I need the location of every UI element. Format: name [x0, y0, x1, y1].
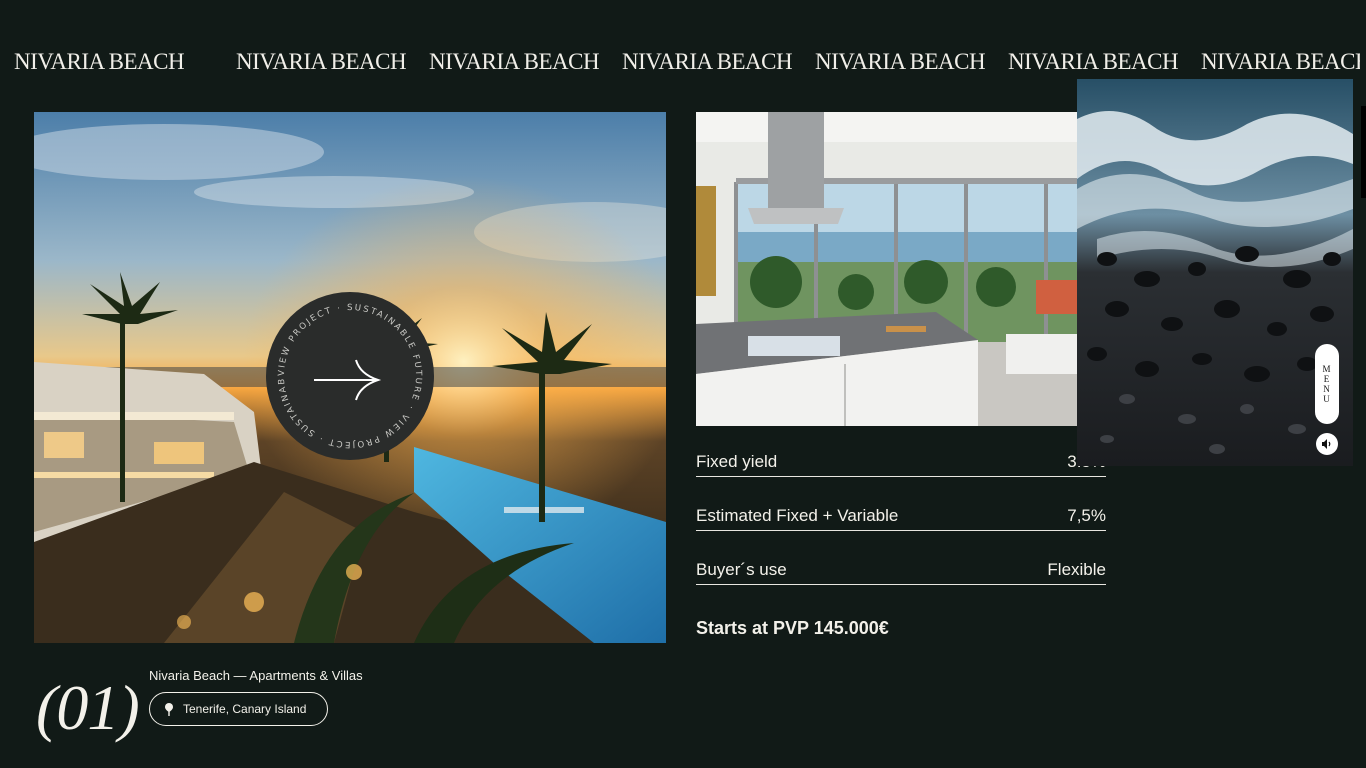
page-scrollbar-thumb[interactable] — [1361, 106, 1366, 198]
spec-label: Estimated Fixed + Variable — [696, 505, 899, 525]
starting-price: Starts at PVP 145.000€ — [696, 618, 889, 638]
marquee-brand-text: NIVARIA BEACH — [1008, 49, 1179, 74]
sound-toggle-button[interactable] — [1316, 433, 1338, 455]
location-tag[interactable]: Tenerife, Canary Island — [149, 692, 328, 726]
location-pin-icon — [165, 702, 173, 716]
view-project-badge-ring: VIEW PROJECT · SUSTAINABLE FUTURE · VIEW… — [266, 292, 423, 449]
interior-kitchen-image[interactable] — [696, 112, 1078, 426]
ocean-rocks-illustration — [1077, 79, 1353, 466]
project-title: Nivaria Beach — Apartments & Villas — [149, 668, 363, 683]
svg-text:VIEW PROJECT · SUSTAINABLE FUT: VIEW PROJECT · SUSTAINABLE FUTURE · VIEW… — [266, 292, 423, 449]
menu-button[interactable]: M E N U — [1315, 344, 1339, 424]
menu-letter: N — [1323, 384, 1331, 394]
marquee-brand-text: NIVARIA BEACH — [14, 49, 185, 74]
spec-row-buyer-use: Buyer´s use Flexible — [696, 555, 1106, 585]
spec-label: Buyer´s use — [696, 559, 787, 579]
project-index: (01) — [36, 672, 140, 743]
menu-letter: E — [1323, 374, 1331, 384]
spec-row-fixed-yield: Fixed yield 3.5% — [696, 447, 1106, 477]
menu-letter: M — [1322, 364, 1332, 374]
ocean-rocks-image — [1077, 79, 1353, 466]
spec-value: Flexible — [1047, 559, 1106, 579]
marquee-brand-text: NIVARIA BEACH — [622, 49, 793, 74]
marquee-brand-text: NIVARIA BEACH — [1201, 49, 1366, 74]
badge-ring-text: VIEW PROJECT · SUSTAINABLE FUTURE · VIEW… — [266, 292, 421, 449]
location-label: Tenerife, Canary Island — [183, 702, 307, 716]
marquee-brand-text: NIVARIA BEACH — [429, 49, 600, 74]
view-project-button[interactable]: VIEW PROJECT · SUSTAINABLE FUTURE · VIEW… — [266, 292, 434, 460]
spec-label: Fixed yield — [696, 451, 778, 471]
marquee-brand-text: NIVARIA BEACH — [815, 49, 986, 74]
brand-marquee: NIVARIA BEACH NIVARIA BEACH NIVARIA BEAC… — [0, 44, 1366, 84]
spec-row-estimated-yield: Estimated Fixed + Variable 7,5% — [696, 501, 1106, 531]
spec-value: 7,5% — [1067, 505, 1106, 525]
speaker-icon — [1322, 439, 1331, 449]
project-hero-image[interactable]: VIEW PROJECT · SUSTAINABLE FUTURE · VIEW… — [34, 112, 666, 643]
kitchen-illustration — [696, 112, 1078, 426]
arrow-right-icon — [314, 359, 382, 401]
marquee-brand-text: NIVARIA BEACH — [236, 49, 407, 74]
menu-letter: U — [1323, 394, 1331, 404]
